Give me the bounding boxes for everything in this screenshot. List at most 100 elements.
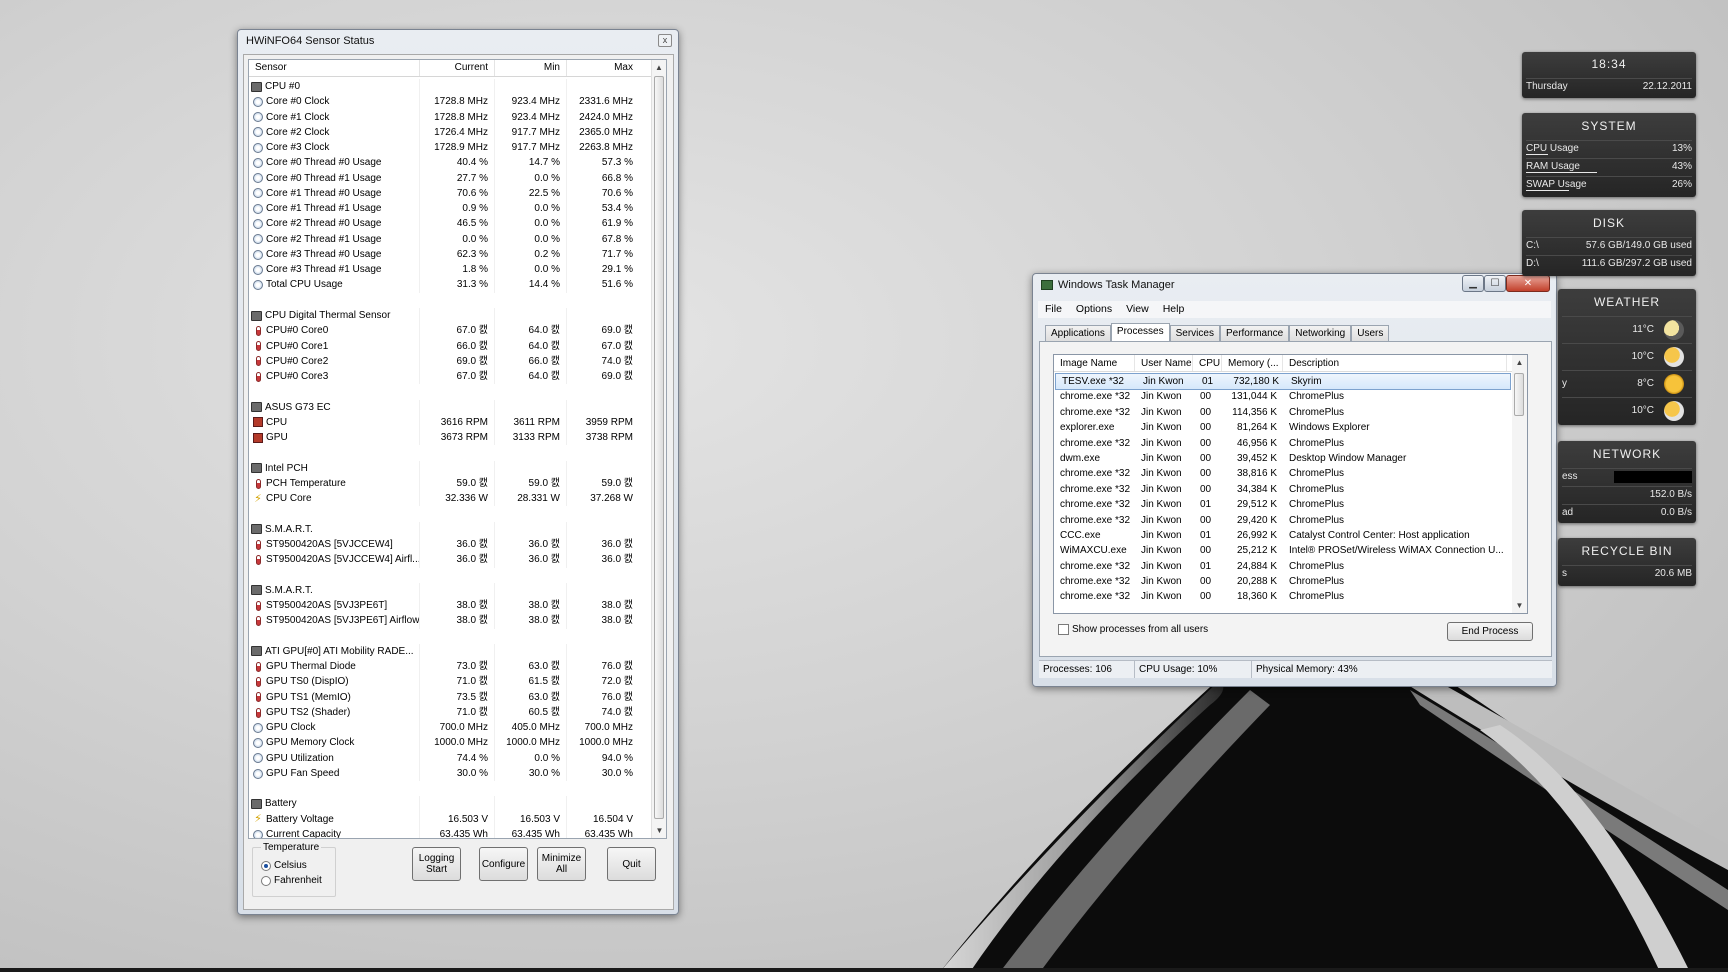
scroll-up-icon[interactable]: ▲ <box>1512 355 1527 370</box>
process-row[interactable]: CCC.exe Jin Kwon 01 26,992 K Catalyst Contro… <box>1054 528 1512 543</box>
sensor-group-row[interactable]: ATI GPU[#0] ATI Mobility RADE... <box>249 643 651 660</box>
sensor-row[interactable]: CPU#0 Core2 69.0 캜 66.0 캜 74.0 캜 <box>249 353 651 370</box>
sensor-row[interactable]: GPU TS0 (DispIO) 71.0 캜 61.5 캜 72.0 캜 <box>249 674 651 690</box>
sensor-row[interactable]: ST9500420AS [5VJCCEW4] 36.0 캜 36.0 캜 36.0 캜 <box>249 536 651 553</box>
sensor-row[interactable]: GPU TS1 (MemIO) 73.5 캜 63.0 캜 76.0 캜 <box>249 689 651 705</box>
sensor-row[interactable]: ST9500420AS [5VJCCEW4] Airfl... 36.0 캜 36.… <box>249 552 651 568</box>
tab-applications[interactable]: Applications <box>1045 325 1111 341</box>
process-row[interactable]: WiMAXCU.exe Jin Kwon 00 25,212 K Intel® PROS… <box>1054 543 1512 558</box>
column-memory[interactable]: Memory (... <box>1222 355 1283 371</box>
process-row[interactable]: chrome.exe *32 Jin Kwon 00 20,288 K ChromePl… <box>1054 574 1512 589</box>
process-list[interactable]: Image Name User Name CPU Memory (... Des… <box>1053 354 1528 614</box>
column-max[interactable]: Max <box>567 60 639 76</box>
sensor-row[interactable]: Total CPU Usage 31.3 % 14.4 % 51.6 % <box>249 277 651 293</box>
menu-view[interactable]: View <box>1119 301 1156 318</box>
quit-button[interactable]: Quit <box>607 847 656 881</box>
process-row[interactable]: chrome.exe *32 Jin Kwon 00 114,356 K ChromeP… <box>1054 405 1512 420</box>
celsius-radio[interactable]: Celsius <box>261 860 307 871</box>
hwinfo-window[interactable]: HWiNFO64 Sensor Status x Sensor Current … <box>237 29 679 915</box>
process-row[interactable]: chrome.exe *32 Jin Kwon 01 24,884 K ChromePl… <box>1054 559 1512 574</box>
tab-users[interactable]: Users <box>1351 325 1390 341</box>
process-row[interactable]: explorer.exe Jin Kwon 00 81,264 K Windows Ex… <box>1054 420 1512 435</box>
process-row[interactable]: chrome.exe *32 Jin Kwon 00 29,420 K ChromePl… <box>1054 513 1512 528</box>
column-image-name[interactable]: Image Name <box>1054 355 1135 371</box>
sensor-row[interactable]: CPU 3616 RPM 3611 RPM 3959 RPM <box>249 414 651 431</box>
minimize-button[interactable]: ▁ <box>1462 275 1484 292</box>
sensor-group-row[interactable]: S.M.A.R.T. <box>249 582 651 599</box>
sensor-row[interactable]: Core #1 Clock 1728.8 MHz 923.4 MHz 2424.0 M… <box>249 109 651 125</box>
sensor-row[interactable]: Core #3 Thread #0 Usage 62.3 % 0.2 % 71.7 % <box>249 246 651 263</box>
sensor-row[interactable]: CPU#0 Core1 66.0 캜 64.0 캜 67.0 캜 <box>249 338 651 354</box>
recycle-bin-widget[interactable]: RECYCLE BIN s 20.6 MB <box>1558 538 1696 586</box>
column-description[interactable]: Description <box>1283 355 1507 371</box>
sensor-row[interactable]: GPU 3673 RPM 3133 RPM 3738 RPM <box>249 430 651 446</box>
sensor-group-row[interactable]: Battery <box>249 796 651 812</box>
process-list-scrollbar[interactable]: ▲ ▼ <box>1512 355 1527 613</box>
column-user-name[interactable]: User Name <box>1135 355 1193 371</box>
tab-processes[interactable]: Processes <box>1110 323 1170 341</box>
sensor-row[interactable]: Core #1 Thread #1 Usage 0.9 % 0.0 % 53.4 % <box>249 201 651 217</box>
scroll-up-icon[interactable]: ▲ <box>652 60 666 75</box>
sensor-row[interactable]: Core #2 Thread #1 Usage 0.0 % 0.0 % 67.8 % <box>249 231 651 247</box>
scroll-down-icon[interactable]: ▼ <box>1512 598 1527 613</box>
scroll-thumb[interactable] <box>654 76 664 819</box>
column-min[interactable]: Min <box>495 60 567 76</box>
minimize-all-button[interactable]: Minimize All <box>537 847 586 881</box>
sensor-row[interactable]: CPU#0 Core0 67.0 캜 64.0 캜 69.0 캜 <box>249 323 651 339</box>
process-row[interactable]: TESV.exe *32 Jin Kwon 01 732,180 K Skyrim <box>1055 372 1511 391</box>
process-row[interactable]: chrome.exe *32 Jin Kwon 01 29,512 K ChromePl… <box>1054 497 1512 512</box>
tab-performance[interactable]: Performance <box>1219 325 1290 341</box>
sensor-list-scrollbar[interactable]: ▲ ▼ <box>651 60 666 838</box>
sensor-group-row[interactable]: CPU Digital Thermal Sensor <box>249 307 651 324</box>
sensor-row[interactable]: ⚡ Battery Voltage 16.503 V 16.503 V 16.504 V <box>249 811 651 828</box>
scroll-down-icon[interactable]: ▼ <box>652 823 666 838</box>
show-all-users-checkbox[interactable]: Show processes from all users <box>1058 624 1208 635</box>
sensor-group-row[interactable]: Intel PCH <box>249 460 651 476</box>
sensor-list[interactable]: Sensor Current Min Max CPU #0 Core #0 Clo… <box>248 59 667 839</box>
menu-help[interactable]: Help <box>1156 301 1192 318</box>
sensor-group-row[interactable]: S.M.A.R.T. <box>249 521 651 537</box>
column-sensor[interactable]: Sensor <box>249 60 420 76</box>
sensor-row[interactable]: Core #3 Clock 1728.9 MHz 917.7 MHz 2263.8 M… <box>249 140 651 156</box>
sensor-row[interactable]: CPU#0 Core3 67.0 캜 64.0 캜 69.0 캜 <box>249 369 651 385</box>
task-manager-window[interactable]: Windows Task Manager ▁ ☐ ✕ File Options … <box>1032 273 1557 687</box>
tab-networking[interactable]: Networking <box>1289 325 1352 341</box>
process-row[interactable]: dwm.exe Jin Kwon 00 39,452 K Desktop Window … <box>1054 451 1512 466</box>
sensor-row[interactable]: ⚡ CPU Core 32.336 W 28.331 W 37.268 W <box>249 491 651 507</box>
sensor-row[interactable]: GPU Utilization 74.4 % 0.0 % 94.0 % <box>249 750 651 766</box>
process-row[interactable]: chrome.exe *32 Jin Kwon 00 46,956 K ChromePl… <box>1054 436 1512 451</box>
column-current[interactable]: Current <box>420 60 495 76</box>
process-row[interactable]: chrome.exe *32 Jin Kwon 00 34,384 K ChromePl… <box>1054 482 1512 497</box>
close-button[interactable]: ✕ <box>1506 275 1550 292</box>
sensor-group-row[interactable]: ASUS G73 EC <box>249 399 651 415</box>
sensor-row[interactable]: Core #0 Thread #1 Usage 27.7 % 0.0 % 66.8 % <box>249 170 651 186</box>
sensor-row[interactable]: GPU TS2 (Shader) 71.0 캜 60.5 캜 74.0 캜 <box>249 704 651 721</box>
sensor-row[interactable]: Core #0 Clock 1728.8 MHz 923.4 MHz 2331.6 M… <box>249 94 651 110</box>
sensor-row[interactable]: ST9500420AS [5VJ3PE6T] 38.0 캜 38.0 캜 38.0 캜 <box>249 598 651 614</box>
sensor-group-row[interactable]: CPU #0 <box>249 79 651 95</box>
process-row[interactable]: chrome.exe *32 Jin Kwon 00 18,360 K ChromePl… <box>1054 589 1512 604</box>
menu-options[interactable]: Options <box>1069 301 1119 318</box>
sensor-row[interactable]: Core #2 Clock 1726.4 MHz 917.7 MHz 2365.0 M… <box>249 124 651 141</box>
maximize-button[interactable]: ☐ <box>1484 275 1506 292</box>
tab-services[interactable]: Services <box>1169 325 1220 341</box>
sensor-row[interactable]: Core #0 Thread #0 Usage 40.4 % 14.7 % 57.3 … <box>249 155 651 171</box>
sensor-row[interactable]: Core #2 Thread #0 Usage 46.5 % 0.0 % 61.9 % <box>249 216 651 232</box>
hwinfo-close-button[interactable]: x <box>658 34 672 47</box>
logging-start-button[interactable]: Logging Start <box>412 847 461 881</box>
menu-file[interactable]: File <box>1038 301 1069 318</box>
configure-button[interactable]: Configure <box>479 847 528 881</box>
scroll-thumb[interactable] <box>1514 373 1524 416</box>
sensor-row[interactable]: GPU Clock 700.0 MHz 405.0 MHz 700.0 MHz <box>249 720 651 736</box>
fahrenheit-radio[interactable]: Fahrenheit <box>261 875 322 886</box>
sensor-row[interactable]: PCH Temperature 59.0 캜 59.0 캜 59.0 캜 <box>249 475 651 492</box>
sensor-row[interactable]: GPU Thermal Diode 73.0 캜 63.0 캜 76.0 캜 <box>249 659 651 675</box>
end-process-button[interactable]: End Process <box>1447 622 1533 641</box>
sensor-row[interactable]: GPU Memory Clock 1000.0 MHz 1000.0 MHz 1000… <box>249 735 651 751</box>
sensor-row[interactable]: Core #1 Thread #0 Usage 70.6 % 22.5 % 70.6 … <box>249 185 651 202</box>
sensor-row[interactable]: Core #3 Thread #1 Usage 1.8 % 0.0 % 29.1 % <box>249 262 651 278</box>
sensor-row[interactable]: GPU Fan Speed 30.0 % 30.0 % 30.0 % <box>249 765 651 782</box>
sensor-row[interactable]: ST9500420AS [5VJ3PE6T] Airflow 38.0 캜 38.0… <box>249 613 651 629</box>
column-cpu[interactable]: CPU <box>1193 355 1222 371</box>
sensor-row[interactable]: Current Capacity 63.435 Wh 63.435 Wh 63.435… <box>249 827 651 838</box>
